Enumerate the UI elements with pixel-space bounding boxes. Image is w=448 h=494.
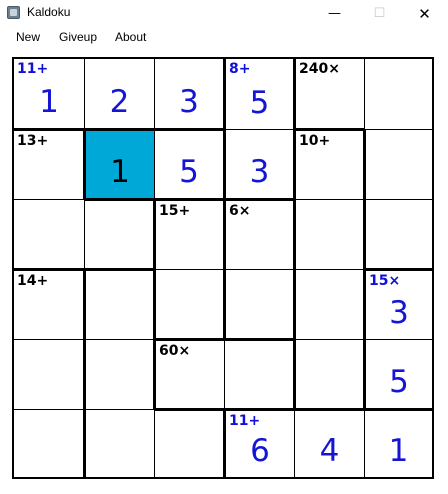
cage-clue: 10+ (299, 133, 331, 149)
close-button[interactable]: ✕ (402, 0, 447, 27)
grid-cell[interactable]: 240× (296, 59, 364, 128)
cage-clue: 15+ (159, 203, 191, 219)
grid-cell[interactable] (366, 200, 432, 268)
grid-cell[interactable]: 11+ 6 (226, 411, 294, 477)
cell-value: 1 (39, 84, 59, 120)
grid-cell[interactable] (86, 271, 153, 339)
cell-value: 5 (249, 85, 270, 121)
grid-cell[interactable]: 5 (155, 131, 223, 198)
grid-cell[interactable] (225, 341, 293, 408)
grid-cell[interactable]: 3 (226, 130, 293, 198)
grid-cell[interactable]: 6× (226, 201, 293, 269)
maximize-button[interactable]: ☐ (357, 0, 402, 27)
menu-giveup[interactable]: Giveup (59, 30, 97, 44)
grid-cell[interactable] (296, 200, 363, 269)
grid-cell[interactable] (14, 410, 83, 477)
grid-cell[interactable]: 1 (365, 411, 432, 477)
minimize-button[interactable]: — (312, 0, 357, 27)
cell-value: 2 (109, 84, 130, 120)
cell-value: 5 (179, 154, 199, 190)
grid-cell[interactable]: 1 (86, 131, 154, 198)
grid-cell[interactable] (365, 59, 432, 129)
grid-cell[interactable] (226, 270, 293, 338)
grid-cell[interactable]: 14+ (14, 271, 83, 339)
menu-about[interactable]: About (115, 30, 146, 44)
grid-cell[interactable] (155, 411, 223, 477)
grid-cell[interactable]: 11+ 1 (14, 59, 84, 128)
grid-cell[interactable] (366, 130, 432, 199)
grid-cell[interactable] (86, 340, 153, 409)
grid-cell[interactable]: 2 (85, 59, 154, 128)
cage-clue: 6× (229, 203, 251, 219)
grid-cell[interactable]: 3 (155, 59, 223, 128)
cage-clue: 15× (369, 273, 401, 289)
menu-new[interactable]: New (16, 30, 40, 44)
puzzle-grid: 11+ 1 2 3 8+ 5 240× 13+ 1 5 3 10+ 15+ 6× 14+ 15× 3 60× 5 11… (12, 57, 434, 479)
title-bar[interactable]: Kaldoku — ☐ ✕ (0, 0, 448, 27)
cell-value: 1 (388, 433, 409, 469)
cage-clue: 11+ (229, 413, 261, 429)
grid-cell[interactable]: 4 (295, 411, 364, 477)
grid-cell[interactable]: 5 (366, 340, 432, 408)
cage-clue: 14+ (17, 273, 49, 289)
grid-cell[interactable] (14, 340, 83, 409)
grid-cell[interactable]: 13+ (14, 131, 83, 199)
cell-value: 5 (389, 364, 409, 400)
menu-bar: New Giveup About (0, 27, 448, 49)
grid-cell[interactable]: 60× (156, 341, 224, 408)
grid-cell[interactable] (14, 200, 84, 268)
grid-cell[interactable]: 8+ 5 (226, 59, 293, 129)
grid-cell[interactable] (85, 201, 153, 268)
grid-cell[interactable] (296, 270, 363, 339)
grid-cell[interactable] (86, 410, 154, 477)
cell-value: 1 (110, 154, 130, 190)
grid-cell[interactable]: 15× 3 (366, 271, 432, 339)
cell-value: 6 (250, 433, 270, 469)
grid-cell[interactable]: 15+ (156, 201, 223, 269)
cell-value: 3 (249, 154, 270, 190)
cage-clue: 60× (159, 343, 191, 359)
grid-cell[interactable] (156, 270, 223, 338)
grid-cell[interactable] (296, 340, 363, 408)
cell-value: 3 (179, 84, 199, 120)
calculator-icon (7, 6, 20, 19)
cage-clue: 11+ (17, 61, 49, 77)
grid-cell[interactable]: 10+ (296, 131, 363, 199)
window-title: Kaldoku (27, 5, 71, 19)
cage-clue: 13+ (17, 133, 49, 149)
cell-value: 4 (319, 433, 340, 469)
cage-clue: 8+ (229, 61, 251, 77)
cage-clue: 240× (299, 61, 340, 77)
cell-value: 3 (389, 295, 409, 331)
